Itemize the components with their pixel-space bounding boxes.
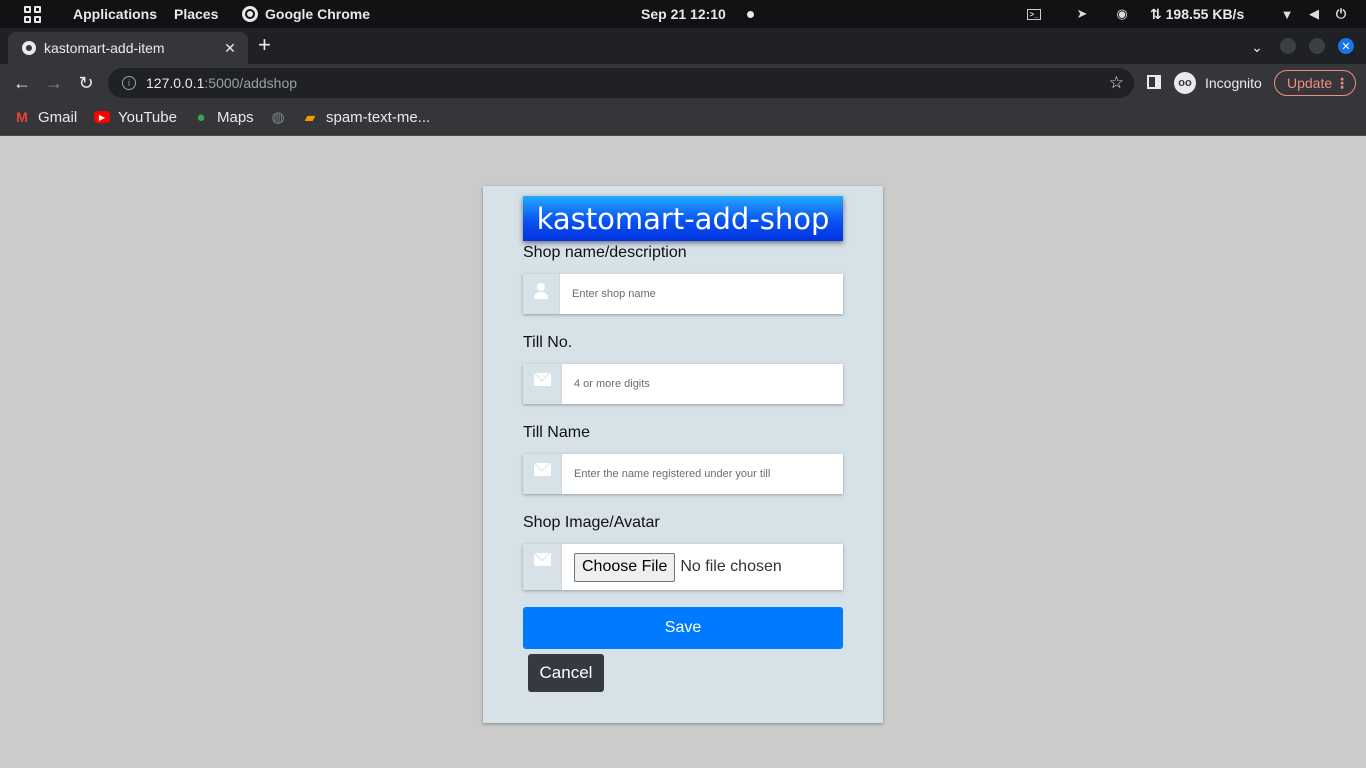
more-menu-icon[interactable]: ⋮ — [1335, 75, 1349, 92]
maps-pin-icon: ● — [196, 108, 206, 126]
shop-image-group: Choose File No file chosen — [523, 544, 843, 590]
places-menu[interactable]: Places — [174, 0, 218, 28]
forward-arrow-icon[interactable]: → — [44, 73, 64, 93]
clock[interactable]: Sep 21 12:10 — [641, 0, 726, 28]
shop-name-group — [523, 274, 843, 314]
record-icon[interactable]: ◉ — [1115, 0, 1129, 28]
browser-toolbar: ← → ↻ i 127.0.0.1:5000/addshop ☆ — [0, 64, 1366, 102]
bookmark-label: spam-text-me... — [326, 108, 431, 126]
minimize-button[interactable] — [1280, 38, 1296, 54]
bookmarks-bar: M Gmail ▶ YouTube ● Maps ◍ ▰ spam-text-m… — [0, 102, 1366, 136]
address-bar[interactable]: i 127.0.0.1:5000/addshop ☆ — [108, 68, 1134, 98]
gmail-icon: M — [16, 109, 28, 125]
bookmark-maps[interactable]: ● Maps — [193, 102, 254, 132]
till-no-group — [523, 364, 843, 404]
maximize-button[interactable] — [1309, 38, 1325, 54]
incognito-label: Incognito — [1205, 75, 1262, 91]
reload-icon[interactable]: ↻ — [76, 73, 96, 93]
site-info-icon[interactable]: i — [122, 76, 136, 90]
net-speed: ⇅ 198.55 KB/s — [1150, 5, 1245, 22]
page-title: kastomart-add-shop — [523, 196, 843, 241]
side-panel-icon[interactable] — [1147, 75, 1161, 89]
bookmark-label: Gmail — [38, 108, 78, 126]
update-label: Update — [1287, 75, 1333, 91]
shop-name-input[interactable] — [560, 274, 843, 314]
save-button[interactable]: Save — [523, 607, 843, 649]
active-app-menu[interactable]: Google Chrome — [242, 0, 370, 28]
power-icon[interactable]: ⏻ — [1334, 0, 1348, 28]
envelope-icon — [523, 454, 562, 494]
app-grid-icon[interactable] — [24, 0, 41, 28]
youtube-icon: ▶ — [94, 111, 110, 123]
globe-icon — [22, 41, 36, 55]
bookmark-globe[interactable]: ◍ — [270, 102, 294, 132]
applications-menu[interactable]: Applications — [73, 0, 157, 28]
globe-icon: ◍ — [271, 109, 285, 126]
active-app-label: Google Chrome — [265, 6, 371, 22]
till-name-group — [523, 454, 843, 494]
envelope-icon — [523, 364, 562, 404]
till-name-label: Till Name — [523, 424, 590, 441]
user-icon — [523, 274, 560, 314]
tab-active[interactable]: kastomart-add-item ✕ — [8, 32, 248, 64]
wifi-icon[interactable]: ▼ — [1280, 0, 1294, 28]
update-button[interactable]: Update ⋮ — [1274, 70, 1356, 96]
new-tab-button[interactable]: + — [258, 34, 271, 56]
close-window-button[interactable]: ✕ — [1338, 38, 1354, 54]
till-no-label: Till No. — [523, 334, 573, 351]
bookmark-gmail[interactable]: M Gmail — [14, 102, 77, 132]
close-tab-icon[interactable]: ✕ — [222, 40, 238, 57]
shop-image-label: Shop Image/Avatar — [523, 514, 660, 531]
book-icon: ▰ — [304, 108, 316, 125]
add-shop-form-card: kastomart-add-shop Shop name/description… — [483, 186, 883, 723]
tab-title: kastomart-add-item — [44, 40, 165, 56]
bookmark-star-icon[interactable]: ☆ — [1109, 73, 1124, 93]
shop-name-label: Shop name/description — [523, 244, 687, 261]
notification-dot-icon — [747, 0, 754, 28]
tab-strip: kastomart-add-item ✕ — [0, 28, 1366, 64]
chrome-icon — [242, 6, 258, 22]
url-host: 127.0.0.1 — [146, 75, 205, 91]
terminal-icon[interactable]: >_ — [1027, 0, 1041, 28]
volume-icon[interactable]: ◀ — [1307, 0, 1321, 28]
cancel-button[interactable]: Cancel — [528, 654, 604, 692]
back-arrow-icon[interactable]: ← — [12, 73, 32, 93]
incognito-icon: oo — [1174, 72, 1196, 94]
bookmark-label: YouTube — [118, 108, 177, 126]
telegram-icon[interactable]: ➤ — [1075, 0, 1089, 28]
tab-search-chevron-icon[interactable]: ⌄ — [1247, 37, 1267, 57]
choose-file-button[interactable]: Choose File — [574, 552, 676, 582]
bookmark-spam-text[interactable]: ▰ spam-text-me... — [302, 102, 431, 132]
shop-image-file-input[interactable]: Choose File No file chosen — [562, 544, 843, 590]
envelope-icon — [523, 544, 562, 590]
bookmark-label: Maps — [217, 108, 254, 126]
incognito-indicator[interactable]: oo Incognito — [1174, 70, 1262, 96]
till-no-input[interactable] — [562, 364, 843, 404]
till-name-input[interactable] — [562, 454, 843, 494]
bookmark-youtube[interactable]: ▶ YouTube — [94, 102, 177, 132]
system-top-bar: Applications Places Google Chrome Sep 21… — [0, 0, 1366, 28]
url-path: :5000/addshop — [204, 75, 298, 91]
file-status: No file chosen — [680, 558, 782, 575]
